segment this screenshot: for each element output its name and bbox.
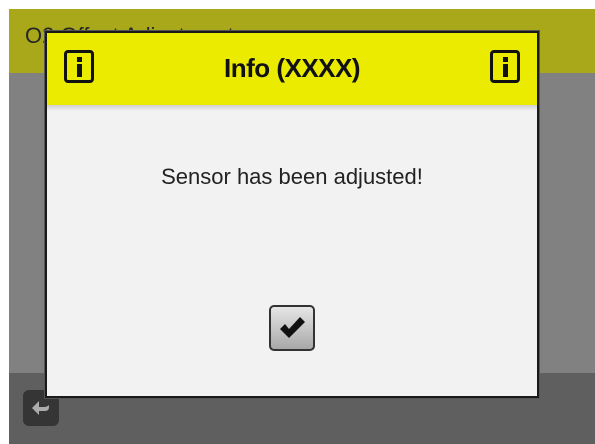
info-dialog: Info (XXXX) Sensor has been adjusted! [45, 31, 539, 398]
confirm-button[interactable] [269, 305, 315, 351]
dialog-message: Sensor has been adjusted! [161, 164, 423, 189]
dialog-header: Info (XXXX) [47, 33, 537, 106]
info-icon [490, 50, 520, 83]
dialog-title: Info (XXXX) [223, 53, 361, 83]
header-shadow [47, 105, 537, 111]
checkmark-icon [280, 317, 305, 338]
